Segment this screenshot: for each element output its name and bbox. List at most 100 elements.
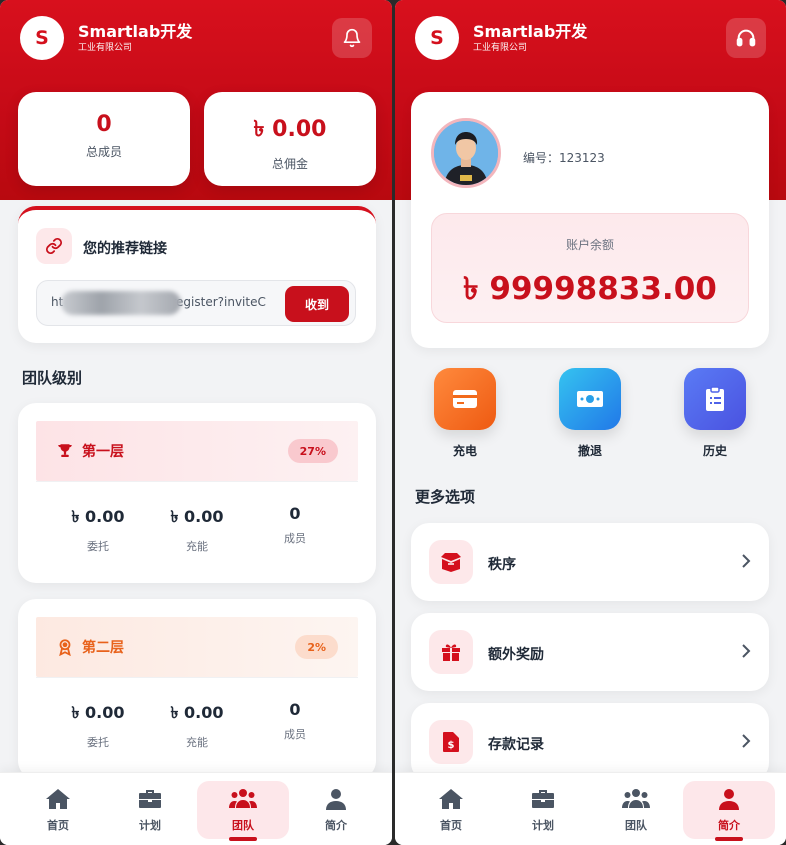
menu-item-bonus[interactable]: 额外奖励 <box>411 613 769 691</box>
level-1-stats: ৳ 0.00 委托 ৳ 0.00 充能 0 成员 <box>36 481 358 571</box>
stat-label: 成员 <box>284 728 306 741</box>
support-button[interactable] <box>726 18 766 58</box>
team-screen: S Smartlab开发 工业有限公司 0 总成员 ৳ 0.00 总佣金 您的推… <box>0 0 392 845</box>
menu-label: 额外奖励 <box>488 647 544 663</box>
stat-label: 成员 <box>284 532 306 545</box>
bottom-tab-bar: 首页 计划 团队 简介 <box>0 772 392 845</box>
app-header: S Smartlab开发 工业有限公司 <box>415 16 766 60</box>
menu-item-deposit-records[interactable]: $ 存款记录 <box>411 703 769 781</box>
menu-label: 存款记录 <box>488 737 544 753</box>
copy-link-button[interactable]: 收到 <box>285 286 349 322</box>
total-members-card: 0 总成员 <box>18 92 190 186</box>
referral-url-suffix: /register?inviteC <box>167 295 266 309</box>
total-commission-label: 总佣金 <box>271 157 308 171</box>
stat-label: 委托 <box>87 736 109 749</box>
tab-team[interactable]: 团队 <box>197 781 289 841</box>
balance-box: 账户余额 ৳ 99998833.00 <box>431 213 749 323</box>
chevron-right-icon <box>742 644 751 658</box>
stat-label: 充能 <box>186 540 208 553</box>
menu-item-orders[interactable]: 秩序 <box>411 523 769 601</box>
stat-label: 委托 <box>87 540 109 553</box>
level-2-members: 0 成员 <box>245 700 345 742</box>
avatar-illustration <box>434 121 498 185</box>
avatar <box>431 118 501 188</box>
brand-name: Smartlab开发 <box>473 21 588 41</box>
stat-value: ৳ 0.00 <box>170 507 224 526</box>
briefcase-icon <box>532 790 554 808</box>
briefcase-icon <box>139 790 161 808</box>
brand-subtitle: 工业有限公司 <box>473 42 528 53</box>
tab-label: 首页 <box>47 819 69 832</box>
total-members-label: 总成员 <box>85 145 122 159</box>
tab-team[interactable]: 团队 <box>590 781 682 839</box>
tab-plan[interactable]: 计划 <box>104 781 196 839</box>
level-2-card[interactable]: 第二层 2% ৳ 0.00 委托 ৳ 0.00 充能 0 成员 <box>18 599 376 779</box>
action-label: 充电 <box>452 444 477 458</box>
tab-home[interactable]: 首页 <box>12 781 104 839</box>
level-1-card[interactable]: 第一层 27% ৳ 0.00 委托 ৳ 0.00 充能 0 成员 <box>18 403 376 583</box>
stat-value: ৳ 0.00 <box>71 507 125 526</box>
notification-button[interactable] <box>332 18 372 58</box>
tab-label: 团队 <box>232 819 254 832</box>
tab-label: 计划 <box>532 819 554 832</box>
redacted-url-blur <box>61 291 181 315</box>
level-2-percent: 2% <box>295 635 338 659</box>
team-icon <box>622 789 650 808</box>
balance-label: 账户余额 <box>565 238 614 252</box>
clipboard-icon <box>684 368 746 430</box>
level-2-name: 第二层 <box>82 640 124 656</box>
home-icon <box>439 789 463 809</box>
balance-value: ৳ 99998833.00 <box>463 271 717 307</box>
tab-profile[interactable]: 简介 <box>290 781 382 839</box>
tab-label: 简介 <box>325 819 347 832</box>
referral-title: 您的推荐链接 <box>83 241 167 257</box>
brand-subtitle: 工业有限公司 <box>78 42 133 53</box>
brand-name: Smartlab开发 <box>78 21 193 41</box>
recharge-action[interactable]: 充电 <box>425 368 505 459</box>
action-label: 撤退 <box>577 444 602 458</box>
action-label: 历史 <box>702 444 727 458</box>
money-icon <box>559 368 621 430</box>
svg-text:$: $ <box>448 740 455 751</box>
trophy-icon <box>58 444 72 457</box>
user-id: 编号：123123 <box>523 151 605 165</box>
home-icon <box>46 789 70 809</box>
medal-icon <box>59 639 71 656</box>
withdraw-action[interactable]: 撤退 <box>550 368 630 459</box>
user-icon <box>326 789 346 810</box>
tab-home[interactable]: 首页 <box>405 781 497 839</box>
stat-value: 0 <box>289 504 301 523</box>
chevron-right-icon <box>742 554 751 568</box>
tab-label: 首页 <box>440 819 462 832</box>
bell-icon <box>343 28 361 48</box>
app-header: S Smartlab开发 工业有限公司 <box>20 16 372 60</box>
brand-logo: S <box>415 16 459 60</box>
total-commission-card: ৳ 0.00 总佣金 <box>204 92 376 186</box>
stat-value: 0 <box>289 700 301 719</box>
level-2-header: 第二层 2% <box>36 617 358 677</box>
level-2-commission: ৳ 0.00 委托 <box>48 700 148 750</box>
link-icon <box>36 228 72 264</box>
tab-plan[interactable]: 计划 <box>497 781 589 839</box>
tab-profile[interactable]: 简介 <box>683 781 775 841</box>
level-1-name: 第一层 <box>82 444 124 460</box>
profile-card: 编号：123123 账户余额 ৳ 99998833.00 <box>411 92 769 348</box>
tab-label: 团队 <box>625 819 647 832</box>
chevron-right-icon <box>742 734 751 748</box>
total-members-value: 0 <box>96 112 112 137</box>
level-1-commission: ৳ 0.00 委托 <box>48 504 148 554</box>
level-1-members: 0 成员 <box>245 504 345 546</box>
stat-value: ৳ 0.00 <box>170 703 224 722</box>
level-2-recharge: ৳ 0.00 充能 <box>147 700 247 750</box>
history-action[interactable]: 历史 <box>675 368 755 459</box>
user-icon <box>719 789 739 810</box>
team-levels-title: 团队级别 <box>22 369 83 387</box>
bottom-tab-bar: 首页 计划 团队 简介 <box>395 772 786 845</box>
level-1-recharge: ৳ 0.00 充能 <box>147 504 247 554</box>
referral-link-field[interactable]: ht/register?inviteC 收到 <box>36 280 356 326</box>
level-1-header: 第一层 27% <box>36 421 358 481</box>
level-1-percent: 27% <box>287 439 338 463</box>
tab-label: 计划 <box>139 819 161 832</box>
stat-label: 充能 <box>186 736 208 749</box>
stat-value: ৳ 0.00 <box>71 703 125 722</box>
